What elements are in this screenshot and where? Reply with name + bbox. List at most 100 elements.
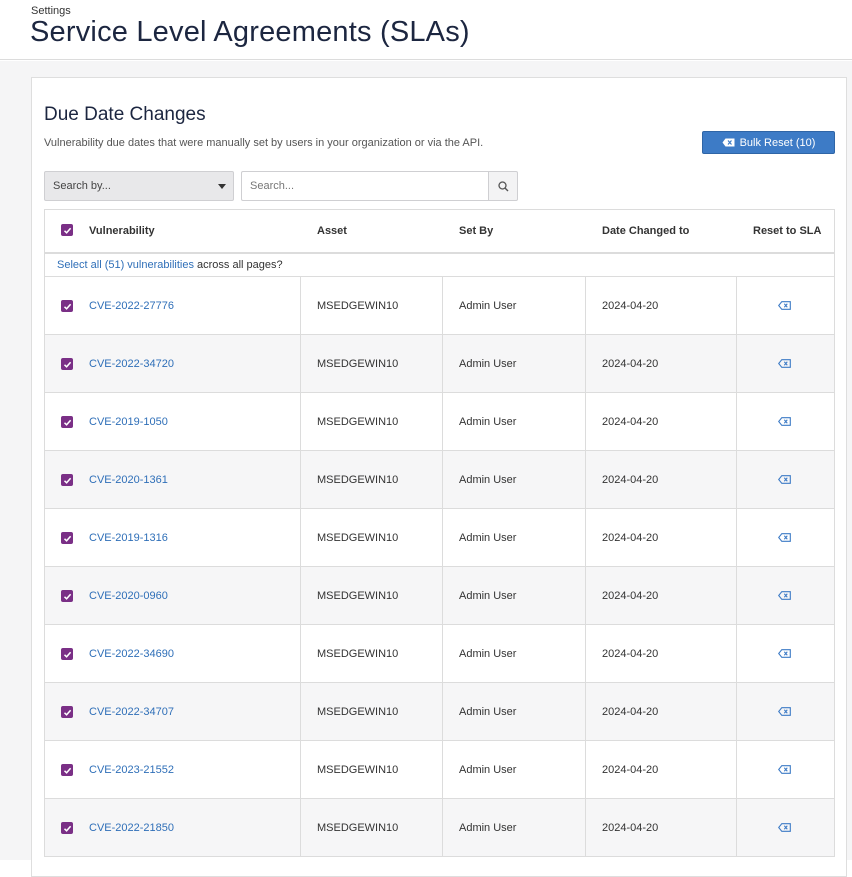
select-all-banner: Select all (51) vulnerabilities across a… bbox=[45, 254, 834, 277]
search-input[interactable] bbox=[241, 171, 488, 201]
reset-to-sla-icon[interactable] bbox=[778, 591, 791, 600]
column-header-asset[interactable]: Asset bbox=[317, 225, 347, 237]
set-by-cell: Admin User bbox=[459, 648, 517, 660]
asset-cell: MSEDGEWIN10 bbox=[317, 822, 399, 834]
content-area: Due Date Changes Vulnerability due dates… bbox=[0, 61, 852, 877]
column-header-date-changed[interactable]: Date Changed to bbox=[602, 225, 689, 237]
column-divider bbox=[300, 741, 301, 799]
vulnerability-link[interactable]: CVE-2022-21850 bbox=[89, 822, 174, 834]
reset-to-sla-icon[interactable] bbox=[778, 533, 791, 542]
reset-to-sla-icon[interactable] bbox=[778, 765, 791, 774]
table-row: CVE-2022-34707 MSEDGEWIN10 Admin User 20… bbox=[45, 683, 834, 741]
row-checkbox[interactable] bbox=[61, 300, 73, 312]
column-divider bbox=[300, 625, 301, 683]
vulnerability-link[interactable]: CVE-2020-1361 bbox=[89, 474, 168, 486]
search-by-dropdown[interactable]: Search by... bbox=[44, 171, 234, 201]
search-button[interactable] bbox=[488, 171, 518, 201]
page-title: Service Level Agreements (SLAs) bbox=[30, 16, 470, 48]
column-divider bbox=[300, 393, 301, 451]
search-icon bbox=[497, 180, 508, 191]
column-divider bbox=[736, 567, 737, 625]
backspace-icon bbox=[722, 138, 735, 147]
row-checkbox[interactable] bbox=[61, 706, 73, 718]
table-row: CVE-2022-27776 MSEDGEWIN10 Admin User 20… bbox=[45, 277, 834, 335]
date-changed-cell: 2024-04-20 bbox=[602, 416, 659, 428]
reset-to-sla-icon[interactable] bbox=[778, 417, 791, 426]
table-row: CVE-2020-1361 MSEDGEWIN10 Admin User 202… bbox=[45, 451, 834, 509]
row-checkbox[interactable] bbox=[61, 648, 73, 660]
column-divider bbox=[442, 625, 443, 683]
vulnerabilities-table: Vulnerability Asset Set By Date Changed … bbox=[44, 209, 835, 857]
vulnerability-link[interactable]: CVE-2019-1316 bbox=[89, 532, 168, 544]
row-checkbox[interactable] bbox=[61, 474, 73, 486]
date-changed-cell: 2024-04-20 bbox=[602, 822, 659, 834]
column-divider bbox=[585, 799, 586, 857]
set-by-cell: Admin User bbox=[459, 474, 517, 486]
reset-to-sla-icon[interactable] bbox=[778, 475, 791, 484]
column-divider bbox=[442, 509, 443, 567]
column-divider bbox=[442, 335, 443, 393]
row-checkbox[interactable] bbox=[61, 532, 73, 544]
column-divider bbox=[585, 683, 586, 741]
vulnerability-link[interactable]: CVE-2022-34707 bbox=[89, 706, 174, 718]
reset-to-sla-icon[interactable] bbox=[778, 649, 791, 658]
checkmark-icon bbox=[63, 651, 71, 658]
select-all-checkbox[interactable] bbox=[61, 224, 73, 236]
column-header-set-by[interactable]: Set By bbox=[459, 225, 493, 237]
table-row: CVE-2022-34690 MSEDGEWIN10 Admin User 20… bbox=[45, 625, 834, 683]
date-changed-cell: 2024-04-20 bbox=[602, 706, 659, 718]
reset-to-sla-icon[interactable] bbox=[778, 707, 791, 716]
bulk-reset-button[interactable]: Bulk Reset (10) bbox=[702, 131, 835, 154]
column-divider bbox=[300, 277, 301, 335]
date-changed-cell: 2024-04-20 bbox=[602, 474, 659, 486]
checkmark-icon bbox=[63, 361, 71, 368]
vulnerability-link[interactable]: CVE-2019-1050 bbox=[89, 416, 168, 428]
set-by-cell: Admin User bbox=[459, 822, 517, 834]
column-divider bbox=[585, 451, 586, 509]
column-divider bbox=[442, 567, 443, 625]
column-divider bbox=[442, 683, 443, 741]
reset-to-sla-icon[interactable] bbox=[778, 359, 791, 368]
column-divider bbox=[300, 567, 301, 625]
set-by-cell: Admin User bbox=[459, 358, 517, 370]
vulnerability-link[interactable]: CVE-2022-34720 bbox=[89, 358, 174, 370]
asset-cell: MSEDGEWIN10 bbox=[317, 416, 399, 428]
table-row: CVE-2020-0960 MSEDGEWIN10 Admin User 202… bbox=[45, 567, 834, 625]
column-divider bbox=[736, 683, 737, 741]
column-divider bbox=[736, 451, 737, 509]
row-checkbox[interactable] bbox=[61, 416, 73, 428]
column-divider bbox=[442, 393, 443, 451]
asset-cell: MSEDGEWIN10 bbox=[317, 590, 399, 602]
date-changed-cell: 2024-04-20 bbox=[602, 300, 659, 312]
column-divider bbox=[736, 393, 737, 451]
row-checkbox[interactable] bbox=[61, 590, 73, 602]
column-divider bbox=[442, 799, 443, 857]
checkmark-icon bbox=[63, 709, 71, 716]
vulnerability-link[interactable]: CVE-2023-21552 bbox=[89, 764, 174, 776]
reset-to-sla-icon[interactable] bbox=[778, 823, 791, 832]
date-changed-cell: 2024-04-20 bbox=[602, 648, 659, 660]
table-row: CVE-2019-1316 MSEDGEWIN10 Admin User 202… bbox=[45, 509, 834, 567]
select-all-link[interactable]: Select all (51) vulnerabilities bbox=[57, 259, 194, 271]
column-divider bbox=[736, 335, 737, 393]
column-header-vulnerability[interactable]: Vulnerability bbox=[89, 225, 155, 237]
vulnerability-link[interactable]: CVE-2022-34690 bbox=[89, 648, 174, 660]
set-by-cell: Admin User bbox=[459, 764, 517, 776]
asset-cell: MSEDGEWIN10 bbox=[317, 648, 399, 660]
reset-to-sla-icon[interactable] bbox=[778, 301, 791, 310]
row-checkbox[interactable] bbox=[61, 822, 73, 834]
vulnerability-link[interactable]: CVE-2022-27776 bbox=[89, 300, 174, 312]
select-all-suffix: across all pages? bbox=[197, 259, 283, 271]
asset-cell: MSEDGEWIN10 bbox=[317, 474, 399, 486]
table-row: CVE-2022-21850 MSEDGEWIN10 Admin User 20… bbox=[45, 799, 834, 857]
section-title: Due Date Changes bbox=[44, 104, 206, 125]
asset-cell: MSEDGEWIN10 bbox=[317, 706, 399, 718]
checkmark-icon bbox=[63, 593, 71, 600]
column-divider bbox=[442, 741, 443, 799]
checkmark-icon bbox=[63, 303, 71, 310]
row-checkbox[interactable] bbox=[61, 764, 73, 776]
date-changed-cell: 2024-04-20 bbox=[602, 532, 659, 544]
column-divider bbox=[585, 741, 586, 799]
row-checkbox[interactable] bbox=[61, 358, 73, 370]
vulnerability-link[interactable]: CVE-2020-0960 bbox=[89, 590, 168, 602]
